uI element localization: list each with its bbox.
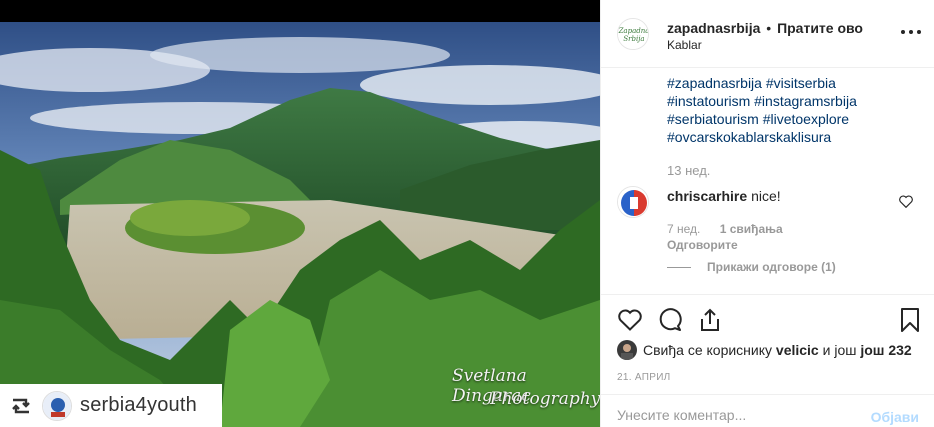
caption-hashtags: #zapadnasrbija #visitserbia #instatouris…: [667, 74, 917, 146]
comments-section[interactable]: #zapadnasrbija #visitserbia #instatouris…: [601, 68, 934, 294]
repost-avatar: [42, 390, 72, 421]
caption-time[interactable]: 13 нед.: [667, 163, 710, 178]
commenter-username[interactable]: chriscarhire: [667, 188, 747, 204]
view-replies-label: Прикажи одговоре (1): [707, 260, 836, 274]
comment-text: nice!: [751, 188, 781, 204]
post-header: Zapadna Srbija zapadnasrbija • Пратите о…: [601, 0, 934, 68]
reply-button[interactable]: Одговорите: [667, 238, 738, 252]
liker-username[interactable]: velicic: [776, 342, 819, 358]
post-comment-button[interactable]: Објави: [871, 409, 919, 425]
hashtag-line[interactable]: #instatourism #instagramsrbija: [667, 92, 917, 110]
account-avatar[interactable]: Zapadna Srbija: [617, 18, 649, 50]
comment-time[interactable]: 7 нед.: [667, 222, 700, 236]
comment-meta: 7 нед. 1 свиђања: [667, 222, 783, 236]
post-date[interactable]: 21. АПРИЛ: [617, 372, 671, 383]
repost-badge: serbia4youth: [0, 384, 222, 427]
follow-button[interactable]: Пратите ово: [777, 20, 863, 36]
liker-avatar[interactable]: [617, 340, 637, 360]
add-comment-bar: Објави: [601, 394, 934, 427]
likes-middle: и још: [822, 342, 857, 358]
svg-text:Zapadna: Zapadna: [618, 27, 649, 35]
comment-like-heart-icon[interactable]: [899, 195, 913, 209]
likes-prefix: Свиђа се кориснику: [643, 342, 773, 358]
replies-divider: [667, 266, 691, 268]
post-side-panel: Zapadna Srbija zapadnasrbija • Пратите о…: [600, 0, 934, 427]
repost-username: serbia4youth: [80, 394, 197, 416]
post-photo[interactable]: Svetlana Dingarac Photography serbia4you…: [0, 0, 600, 427]
hashtag-line[interactable]: #serbiatourism #livetoexplore: [667, 110, 917, 128]
repost-icon: [8, 395, 34, 417]
heart-icon[interactable]: [617, 307, 643, 333]
landscape-image: [0, 0, 600, 427]
watermark-line-2: Photography: [490, 389, 600, 409]
location-link[interactable]: Kablar: [667, 38, 702, 52]
view-replies-button[interactable]: Прикажи одговоре (1): [667, 260, 836, 274]
comment-icon[interactable]: [657, 307, 683, 333]
svg-text:Srbija: Srbija: [623, 35, 644, 43]
share-icon[interactable]: [697, 307, 723, 333]
likes-summary: Свиђа се кориснику velicic и још још 232: [617, 340, 912, 360]
comment-input[interactable]: [617, 407, 857, 423]
hashtag-line[interactable]: #zapadnasrbija #visitserbia: [667, 74, 917, 92]
bookmark-icon[interactable]: [897, 307, 923, 333]
comment-likes[interactable]: 1 свиђања: [720, 222, 783, 236]
action-bar: [601, 294, 934, 342]
comment-body: chriscarhire nice!: [667, 188, 781, 204]
likes-count[interactable]: још 232: [860, 342, 911, 358]
account-username[interactable]: zapadnasrbija: [667, 20, 760, 36]
hashtag-line[interactable]: #ovcarskokablarskaklisura: [667, 128, 917, 146]
commenter-avatar[interactable]: [617, 186, 649, 218]
more-horizontal-icon[interactable]: [901, 26, 921, 38]
separator-dot: •: [766, 20, 772, 36]
account-name-line: zapadnasrbija • Пратите ово: [667, 20, 863, 36]
